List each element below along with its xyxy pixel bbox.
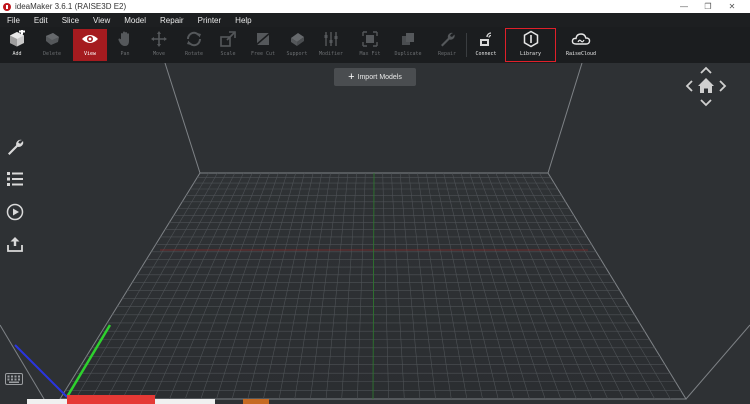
repair-button[interactable]: Repair: [430, 29, 464, 61]
free-cut-icon: [252, 29, 274, 49]
add-button[interactable]: Add: [0, 29, 34, 61]
maximize-button[interactable]: ❐: [696, 0, 720, 13]
right-arrow-icon: [719, 80, 727, 92]
wrench-icon[interactable]: [5, 136, 25, 156]
support-label: Support: [286, 51, 308, 57]
modifier-button[interactable]: Modifier: [314, 29, 348, 61]
ideamaker-logo-icon: [3, 2, 11, 11]
bottom-panel-accent: [243, 399, 269, 404]
max-fit-icon: [359, 29, 381, 49]
add-cube-icon: [6, 29, 28, 49]
delete-icon: [41, 29, 63, 49]
pan-button[interactable]: Pan: [108, 29, 142, 61]
repair-label: Repair: [437, 51, 457, 57]
import-models-button[interactable]: + Import Models: [334, 68, 416, 86]
build-volume-scene: [0, 63, 750, 404]
modifier-icon: [320, 29, 342, 49]
duplicate-icon: [397, 29, 419, 49]
duplicate-button[interactable]: Duplicate: [391, 29, 425, 61]
volume-front-right-edge: [685, 324, 750, 400]
connect-icon: [475, 29, 497, 49]
support-icon: [286, 29, 308, 49]
library-label: Library: [519, 51, 542, 57]
move-button[interactable]: Move: [142, 29, 176, 61]
left-arrow-icon: [685, 80, 693, 92]
max-fit-label: Max Fit: [359, 51, 381, 57]
play-icon[interactable]: [5, 202, 25, 222]
window-title: ideaMaker 3.6.1 (RAISE3D E2): [15, 2, 127, 11]
free-cut-button[interactable]: Free Cut: [246, 29, 280, 61]
move-arrows-icon: [148, 29, 170, 49]
rotate-icon: [183, 29, 205, 49]
scale-icon: [217, 29, 239, 49]
connect-label: Connect: [475, 51, 497, 57]
main-toolbar: Add Delete View Pan Move Rotate Scale Fr…: [0, 27, 750, 63]
library-button[interactable]: Library: [505, 28, 556, 62]
3d-viewport[interactable]: + Import Models: [0, 63, 750, 404]
menu-repair[interactable]: Repair: [153, 16, 191, 25]
pan-label: Pan: [120, 51, 130, 57]
menu-edit[interactable]: Edit: [27, 16, 55, 25]
minimize-button[interactable]: —: [672, 0, 696, 13]
list-icon[interactable]: [5, 169, 25, 189]
raisecloud-button[interactable]: RaiseCloud: [562, 29, 600, 61]
menu-model[interactable]: Model: [117, 16, 153, 25]
view-button[interactable]: View: [73, 29, 107, 61]
connect-button[interactable]: Connect: [469, 29, 503, 61]
modifier-label: Modifier: [318, 51, 344, 57]
cloud-icon: [570, 29, 592, 49]
eye-icon: [79, 29, 101, 49]
plus-icon: +: [348, 70, 355, 83]
delete-label: Delete: [42, 51, 62, 57]
x-axis-bar: [67, 395, 155, 404]
library-icon: [520, 29, 542, 49]
rotate-label: Rotate: [184, 51, 204, 57]
repair-icon: [436, 29, 458, 49]
menu-help[interactable]: Help: [228, 16, 258, 25]
menu-file[interactable]: File: [0, 16, 27, 25]
close-button[interactable]: ✕: [720, 0, 744, 13]
raisecloud-label: RaiseCloud: [565, 51, 597, 57]
import-models-label: Import Models: [357, 73, 402, 81]
menu-slice[interactable]: Slice: [55, 16, 86, 25]
home-icon: [698, 78, 714, 93]
scale-label: Scale: [220, 51, 236, 57]
delete-button[interactable]: Delete: [35, 29, 69, 61]
hand-icon: [114, 29, 136, 49]
move-label: Move: [152, 51, 166, 57]
up-arrow-icon: [700, 66, 712, 74]
title-bar: ideaMaker 3.6.1 (RAISE3D E2) — ❐ ✕: [0, 0, 750, 13]
add-label: Add: [12, 51, 22, 57]
duplicate-label: Duplicate: [394, 51, 422, 57]
keyboard-icon[interactable]: [4, 369, 24, 389]
menu-view[interactable]: View: [86, 16, 117, 25]
window-controls: — ❐ ✕: [672, 0, 744, 13]
view-label: View: [83, 51, 97, 57]
view-navigator: [684, 65, 728, 109]
volume-front-left-edge: [0, 324, 48, 404]
max-fit-button[interactable]: Max Fit: [353, 29, 387, 61]
menu-printer[interactable]: Printer: [191, 16, 229, 25]
down-arrow-icon: [700, 99, 712, 107]
free-cut-label: Free Cut: [250, 51, 276, 57]
toolbar-separator: [466, 33, 467, 57]
upload-icon[interactable]: [5, 234, 25, 254]
menu-bar: File Edit Slice View Model Repair Printe…: [0, 13, 750, 27]
scale-button[interactable]: Scale: [211, 29, 245, 61]
support-button[interactable]: Support: [280, 29, 314, 61]
rotate-button[interactable]: Rotate: [177, 29, 211, 61]
